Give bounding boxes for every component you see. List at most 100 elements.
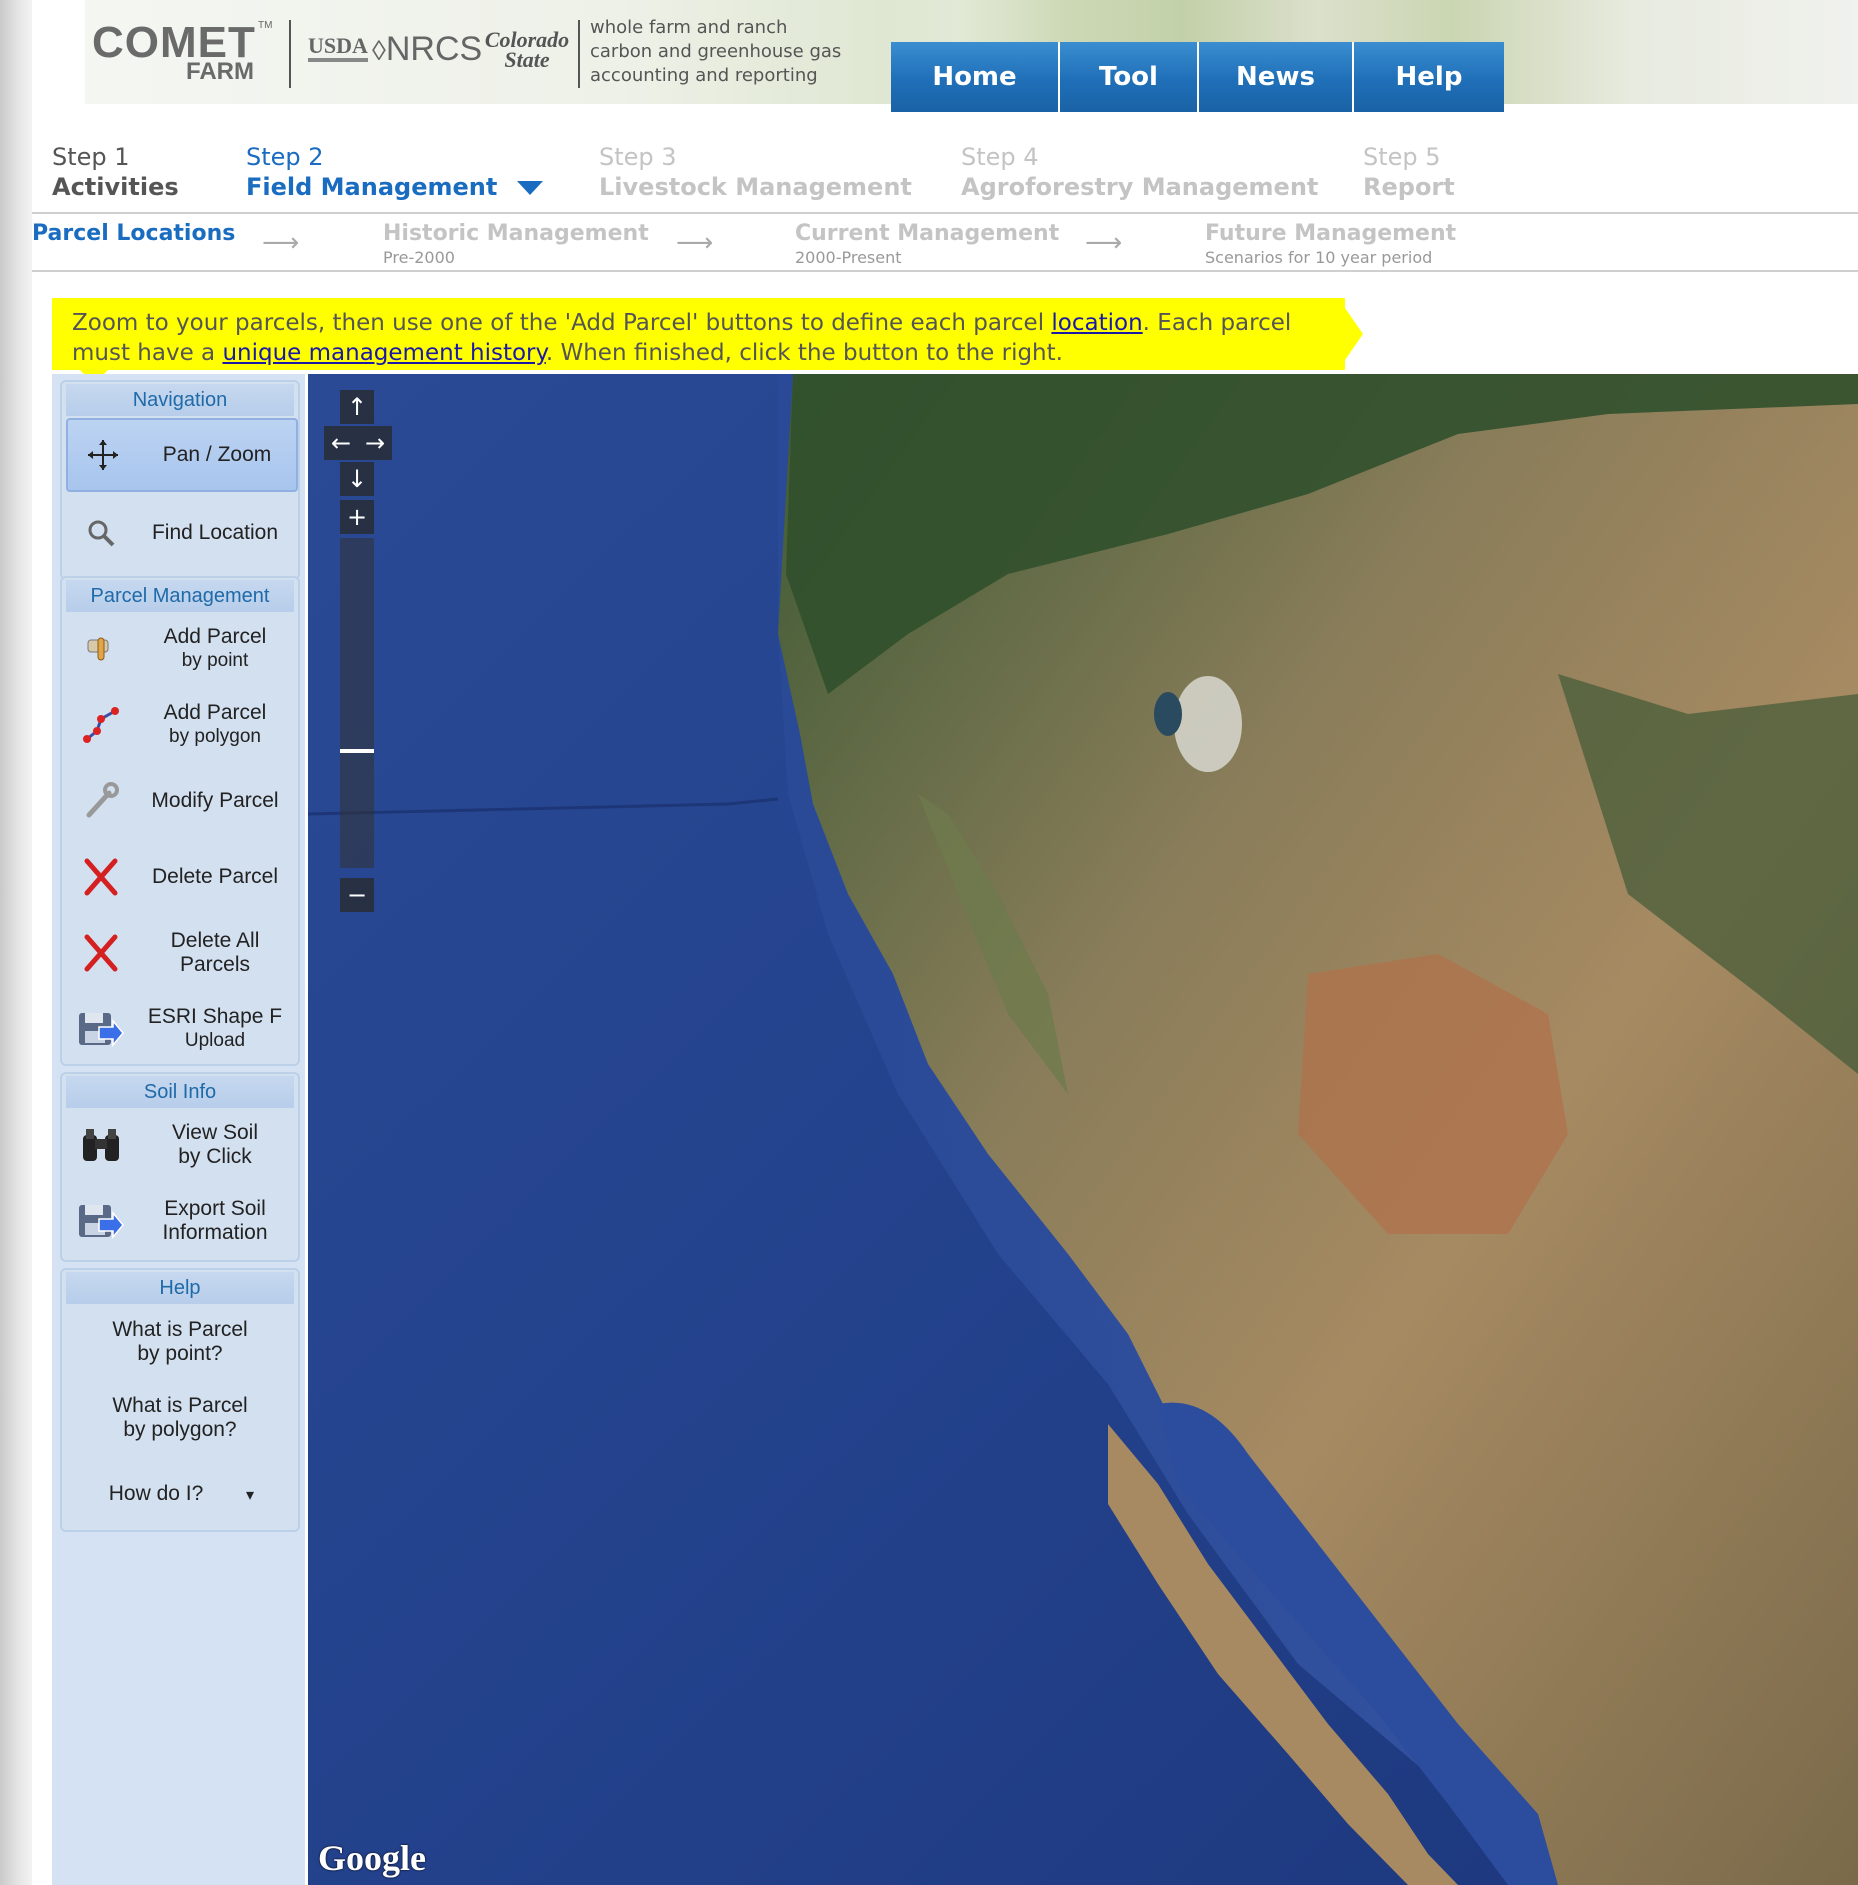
delete-parcel-button[interactable]: Delete Parcel (66, 842, 294, 912)
soil-info-panel: Soil Info View Soil by Click Export Soil I… (60, 1072, 300, 1262)
nav-tab-help[interactable]: Help (1354, 42, 1504, 112)
banner-text: . When finished, click the button to the… (545, 340, 1063, 366)
view-soil-by-click-button[interactable]: View Soil by Click (66, 1110, 294, 1180)
red-x-icon (66, 857, 136, 897)
how-do-i-dropdown[interactable]: How do I? ▾ (66, 1482, 294, 1508)
nav-tab-home[interactable]: Home (891, 42, 1060, 112)
floppy-arrow-icon (66, 1201, 136, 1241)
main-nav: Home Tool News Help (891, 42, 1504, 112)
nav-tab-news[interactable]: News (1199, 42, 1354, 112)
zoom-slider[interactable] (340, 538, 374, 868)
tool-sublabel: by Click (178, 1145, 252, 1168)
step-title: Report (1363, 173, 1455, 201)
step-title: Agroforestry Management (961, 173, 1319, 201)
magnifier-icon (66, 518, 136, 548)
step-number: Step 5 (1363, 143, 1441, 171)
floppy-arrow-icon (66, 1009, 136, 1049)
dropdown-triangle-icon[interactable] (517, 181, 544, 195)
satellite-map[interactable]: ↑ ← → ↓ + − Google (308, 374, 1858, 1885)
substep-desc: 2000-Present (795, 248, 902, 267)
pan-up-button[interactable]: ↑ (340, 390, 374, 424)
tool-label: Add Parcel (163, 701, 267, 724)
pan-right-button[interactable]: → (358, 426, 392, 460)
step-title: Activities (52, 173, 179, 201)
salt-flat (1174, 676, 1242, 772)
tool-label: ESRI Shape F (147, 1005, 283, 1028)
pan-down-button[interactable]: ↓ (340, 462, 374, 496)
substep-desc: Pre-2000 (383, 248, 455, 267)
substep-title: Historic Management (383, 221, 649, 246)
tool-label: Delete All (170, 929, 260, 952)
tool-sublabel: Upload (184, 1030, 246, 1051)
nav-tab-tool[interactable]: Tool (1060, 42, 1199, 112)
tool-label: View Soil (172, 1121, 258, 1144)
logo-divider (289, 20, 291, 88)
substep-title: Current Management (795, 221, 1060, 246)
nrcs-logo: ◊NRCS (372, 30, 483, 68)
pan-left-button[interactable]: ← (324, 426, 358, 460)
colorado-state-logo: Colorado State (482, 27, 572, 72)
find-location-button[interactable]: Find Location (66, 498, 294, 568)
export-soil-information-button[interactable]: Export Soil Information (66, 1186, 294, 1256)
tagline-line: carbon and greenhouse gas (590, 41, 842, 62)
tool-sublabel: Information (162, 1221, 268, 1244)
panel-title: Soil Info (66, 1076, 294, 1108)
tagline-divider (578, 20, 580, 88)
arrow-right-icon: ⟶ (1085, 228, 1123, 258)
step-number: Step 4 (961, 143, 1039, 171)
tool-sublabel: Parcels (179, 953, 251, 976)
esri-shape-upload-button[interactable]: ESRI Shape F Upload (66, 994, 294, 1064)
pan-icon (68, 438, 138, 472)
substep-future-management: Future Management Scenarios for 10 year … (1205, 220, 1456, 268)
tool-sublabel: by polygon (169, 726, 261, 747)
substeps-divider (32, 270, 1858, 272)
modify-parcel-button[interactable]: Modify Parcel (66, 766, 294, 836)
zoom-in-button[interactable]: + (340, 500, 374, 534)
polygon-icon (66, 705, 136, 745)
add-parcel-by-point-button[interactable]: Add Parcel by point (66, 614, 294, 684)
tagline-line: whole farm and ranch (590, 17, 788, 38)
step-5: Step 5 Report (1363, 142, 1455, 202)
step-number: Step 1 (52, 143, 130, 171)
csu-logo-text: Colorado State (484, 27, 570, 72)
substep-historic-management: Historic Management Pre-2000 (383, 220, 649, 268)
zoom-out-button[interactable]: − (340, 878, 374, 912)
header-tagline: whole farm and ranch carbon and greenhou… (590, 16, 841, 88)
substep-title: Parcel Locations (32, 221, 236, 246)
step-number: Step 3 (599, 143, 677, 171)
step-number: Step 2 (246, 143, 324, 171)
pan-zoom-button[interactable]: Pan / Zoom (66, 418, 298, 492)
add-parcel-by-polygon-button[interactable]: Add Parcel by polygon (66, 690, 294, 760)
chevron-down-icon: ▾ (246, 1487, 255, 1504)
arrow-right-icon: ⟶ (676, 228, 714, 258)
help-line: How do I? (108, 1482, 204, 1505)
help-line: by point? (137, 1342, 223, 1365)
help-line: What is Parcel (112, 1318, 248, 1341)
banner-text: Zoom to your parcels, then use one of th… (72, 310, 1052, 336)
zoom-slider-handle[interactable] (340, 749, 374, 753)
point-hand-icon (66, 632, 136, 666)
navigation-panel: Navigation Pan / Zoom Find Location (60, 380, 300, 580)
tool-label: Modify Parcel (151, 789, 279, 812)
step-1[interactable]: Step 1 Activities (52, 142, 179, 202)
tool-sublabel: by point (181, 650, 249, 671)
substep-parcel-locations[interactable]: Parcel Locations (32, 220, 235, 248)
tagline-line: accounting and reporting (590, 65, 818, 86)
step-3: Step 3 Livestock Management (599, 142, 912, 202)
arrow-right-icon: ⟶ (262, 228, 300, 258)
help-parcel-by-polygon-link[interactable]: What is Parcel by polygon? (66, 1394, 294, 1442)
panel-title: Navigation (66, 384, 294, 416)
comet-logo-tm: TM (258, 20, 273, 31)
substep-desc: Scenarios for 10 year period (1205, 248, 1433, 267)
wrench-icon (66, 781, 136, 821)
step-4: Step 4 Agroforestry Management (961, 142, 1318, 202)
step-2[interactable]: Step 2 Field Management (246, 142, 544, 202)
tool-label: Delete Parcel (151, 865, 279, 888)
panel-title: Parcel Management (66, 580, 294, 612)
delete-all-parcels-button[interactable]: Delete All Parcels (66, 918, 294, 988)
map-imagery (308, 374, 1858, 1885)
location-link[interactable]: location (1051, 310, 1142, 336)
lake (1154, 692, 1182, 736)
unique-management-history-link[interactable]: unique management history (222, 340, 545, 366)
help-parcel-by-point-link[interactable]: What is Parcel by point? (66, 1318, 294, 1366)
